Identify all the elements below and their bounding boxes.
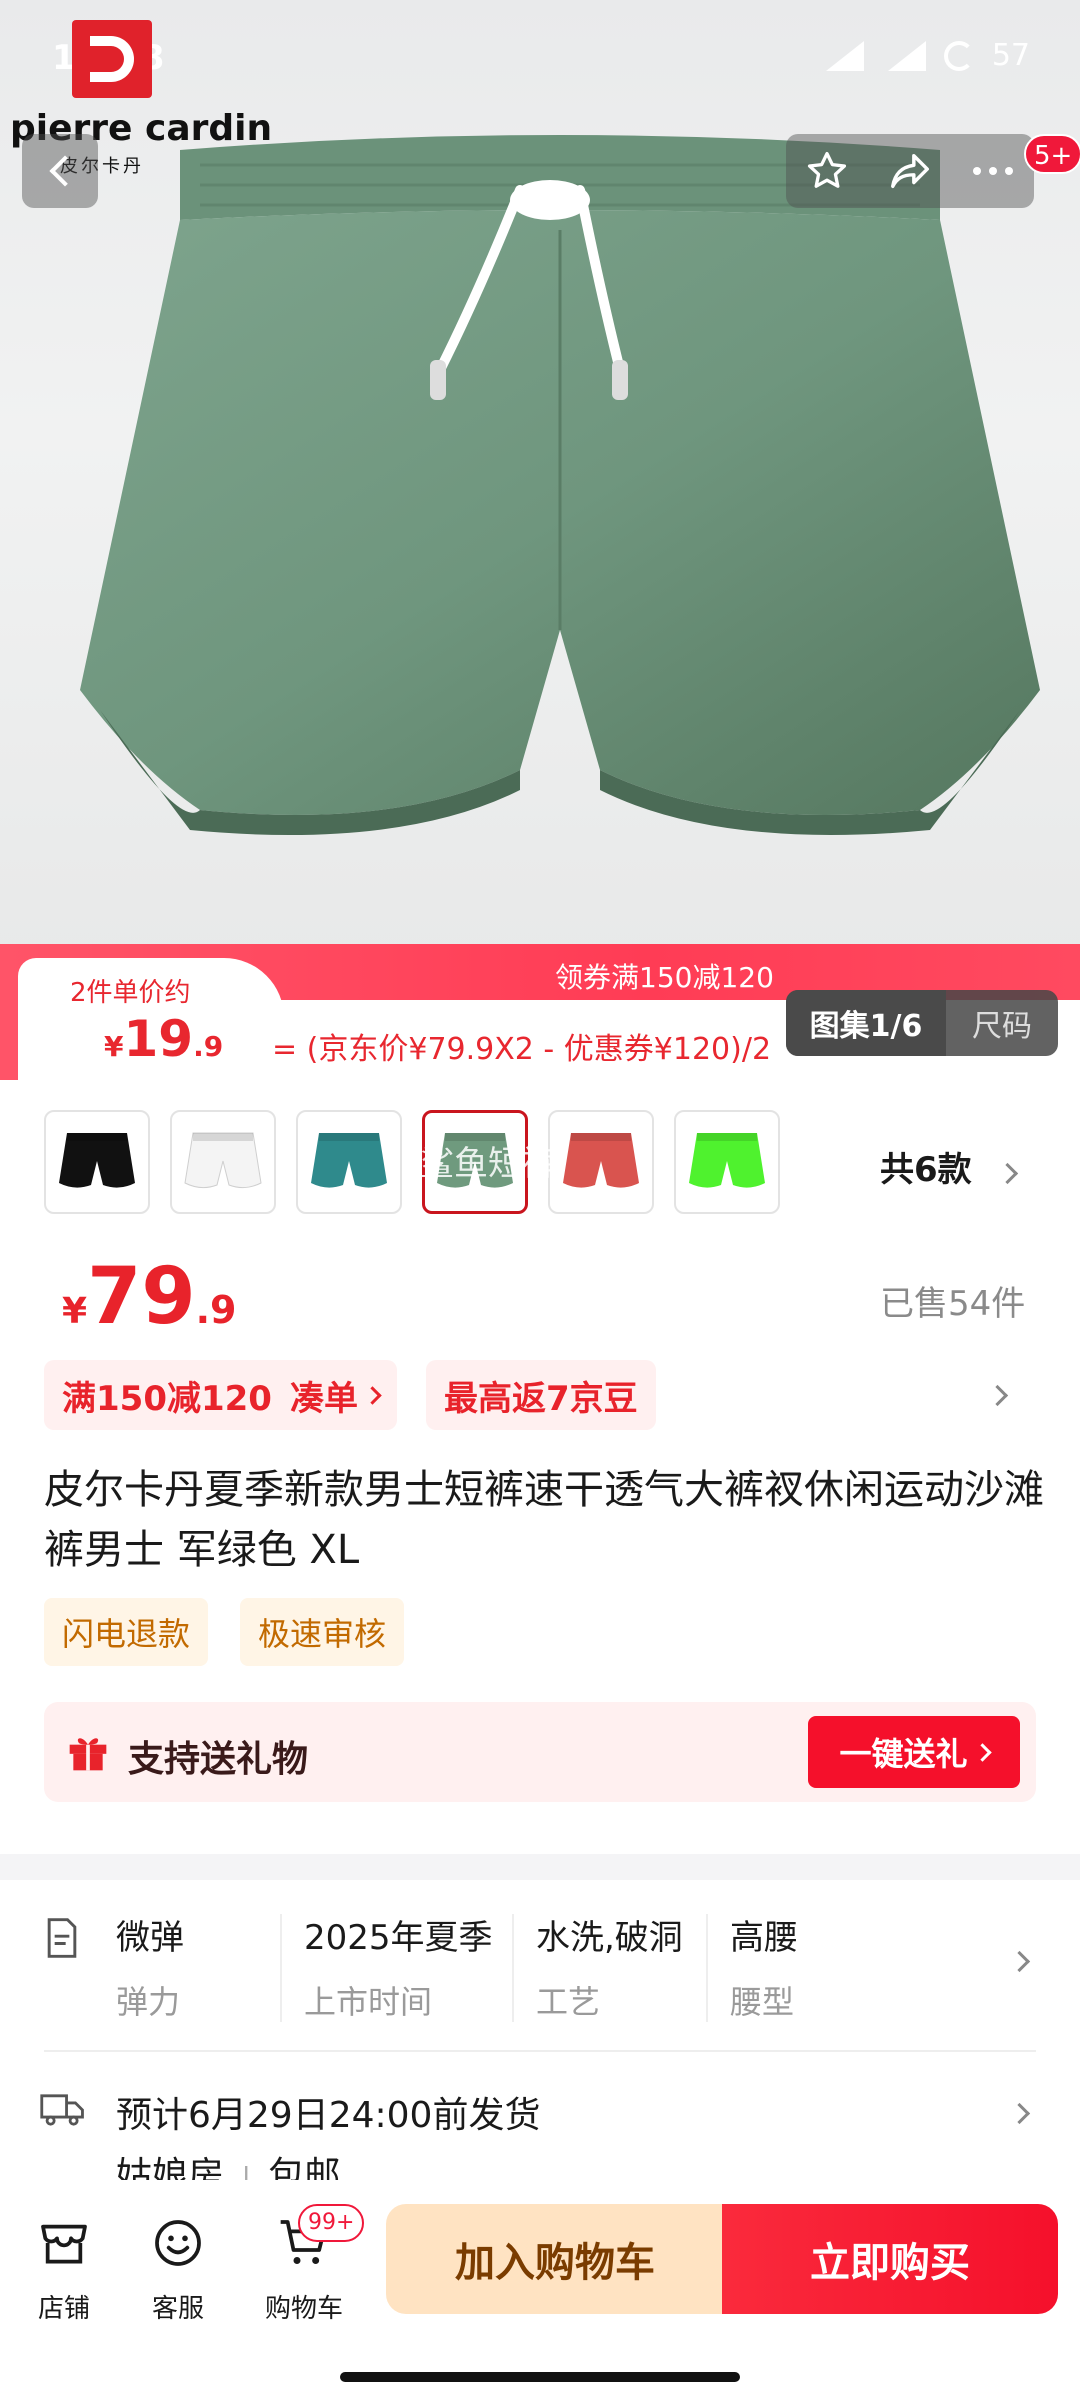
variant-shorts-image xyxy=(311,1133,387,1188)
gift-row[interactable]: 支持送礼物 一键送礼 xyxy=(44,1702,1036,1802)
promo-unit-price: ¥19.9 xyxy=(104,1010,223,1068)
shop-label: 店铺 xyxy=(37,2294,90,2324)
shipping-estimate: 预计6月29日24:00前发货 xyxy=(116,2095,541,2136)
gallery-switch: 图集1/6 尺码 xyxy=(786,990,1058,1056)
coupon-tag-label: 满150减120 xyxy=(62,1378,272,1419)
price-currency: ¥ xyxy=(62,1291,88,1332)
message-badge: 5+ xyxy=(1024,134,1080,174)
price-int: 79 xyxy=(87,1252,196,1342)
variant-overlay-text: 鲨鱼短裤 xyxy=(420,1144,556,1184)
spec-key: 工艺 xyxy=(536,1983,601,2021)
chevron-right-icon xyxy=(363,1385,382,1405)
chevron-right-icon[interactable] xyxy=(1008,2102,1031,2125)
share-icon xyxy=(891,153,929,189)
spec-item: 微弹 弹力 xyxy=(116,1910,184,2023)
star-icon xyxy=(808,151,847,188)
signal-4g-icon xyxy=(820,40,864,71)
variant-shorts-image xyxy=(59,1133,135,1188)
divider xyxy=(512,1914,514,2022)
product-specs[interactable]: 微弹 弹力 2025年夏季 上市时间 水洗,破洞 工艺 高腰 腰型 预计6月29… xyxy=(0,1880,1080,2220)
favorite-button[interactable] xyxy=(786,134,869,208)
variant-thumbnail[interactable] xyxy=(296,1110,402,1214)
cart-badge: 99+ xyxy=(298,2204,365,2242)
spec-value: 高腰 xyxy=(730,1918,798,1958)
spec-item: 水洗,破洞 工艺 xyxy=(536,1910,683,2023)
spec-key: 腰型 xyxy=(730,1983,795,2021)
divider xyxy=(280,1914,282,2022)
product-title: 皮尔卡丹夏季新款男士短裤速干透气大裤衩休闲运动沙滩裤男士 军绿色 XL xyxy=(44,1467,1044,1573)
product-info-card: 鲨鱼短裤 共6款 ¥79.9 已售54件 满150减120 凑单 最高返7京豆 … xyxy=(0,1080,1080,1854)
spec-item: 高腰 腰型 xyxy=(730,1910,798,2023)
signal-5g-icon xyxy=(882,40,926,71)
customer-service-button[interactable]: 客服 xyxy=(128,2210,228,2325)
gift-text: 支持送礼物 xyxy=(128,1739,309,1780)
status-icons: 57 xyxy=(820,38,1030,73)
coupon-action-label: 凑单 xyxy=(289,1378,358,1419)
spec-item: 2025年夏季 上市时间 xyxy=(304,1910,493,2023)
variant-thumbnail[interactable] xyxy=(44,1110,150,1214)
promo-unit-label: 2件单价约 xyxy=(70,978,191,1008)
delivery-truck-icon xyxy=(40,2094,84,2126)
bottom-action-bar: 店铺 客服 购物车 99+ 加入购物车 立即购买 xyxy=(0,2180,1080,2400)
promo-currency: ¥ xyxy=(104,1030,124,1063)
send-gift-label: 一键送礼 xyxy=(839,1735,968,1773)
product-image-gallery[interactable]: 13:38 57 pierre cardin 皮尔卡丹 5+ 2件单价约 ¥19… xyxy=(0,0,1080,1080)
beans-tag-label: 最高返7京豆 xyxy=(444,1378,638,1419)
buy-now-button[interactable]: 立即购买 xyxy=(722,2204,1058,2314)
variant-shorts-image xyxy=(563,1133,639,1188)
gallery-size-tab[interactable]: 尺码 xyxy=(946,990,1058,1056)
divider xyxy=(706,1914,708,2022)
chevron-right-icon xyxy=(972,1742,992,1762)
more-button[interactable] xyxy=(951,134,1034,208)
back-button[interactable] xyxy=(22,134,98,208)
add-to-cart-button[interactable]: 加入购物车 xyxy=(386,2204,724,2314)
divider xyxy=(44,2050,1036,2052)
price-dec: .9 xyxy=(195,1288,237,1332)
variant-count-label: 共6款 xyxy=(880,1150,972,1190)
chevron-right-icon[interactable] xyxy=(986,1384,1009,1407)
chevron-right-icon xyxy=(1008,1950,1031,1973)
home-indicator[interactable] xyxy=(340,2372,740,2382)
promo-coupon-title: 领券满150减120 xyxy=(555,961,774,994)
variant-thumbnail[interactable] xyxy=(548,1110,654,1214)
header-actions xyxy=(786,134,1034,208)
sold-count: 已售54件 xyxy=(880,1284,1026,1324)
variant-thumbnail[interactable] xyxy=(674,1110,780,1214)
coupon-tag[interactable]: 满150减120 凑单 xyxy=(44,1360,397,1430)
variant-thumbnails xyxy=(44,1110,780,1214)
share-button[interactable] xyxy=(869,134,952,208)
product-image xyxy=(80,135,1040,835)
customer-service-icon xyxy=(155,2220,201,2266)
service-tag: 极速审核 xyxy=(240,1598,405,1666)
promo-formula: = (京东价¥79.9X2 - 优惠券¥120)/2 xyxy=(272,1032,772,1067)
spec-value: 2025年夏季 xyxy=(304,1918,493,1958)
spec-value: 水洗,破洞 xyxy=(536,1918,683,1958)
variant-shorts-image xyxy=(184,1132,262,1189)
document-icon xyxy=(47,1918,77,1958)
spec-value: 微弹 xyxy=(116,1918,184,1958)
cart-label: 购物车 xyxy=(264,2294,343,2324)
promo-price-int: 19 xyxy=(123,1010,194,1068)
service-label: 客服 xyxy=(151,2294,204,2324)
variant-count-link[interactable]: 共6款 xyxy=(880,1142,1018,1191)
gallery-images-tab[interactable]: 图集1/6 xyxy=(786,990,946,1056)
shop-button[interactable]: 店铺 xyxy=(14,2210,114,2325)
product-price: ¥79.9 xyxy=(62,1252,237,1342)
variant-thumbnail[interactable] xyxy=(170,1110,276,1214)
spec-key: 上市时间 xyxy=(304,1983,433,2021)
battery-level: 57 xyxy=(991,38,1030,73)
shop-icon xyxy=(41,2224,87,2264)
gift-icon xyxy=(69,1738,107,1771)
brand-mark-icon xyxy=(72,20,152,98)
send-gift-button[interactable]: 一键送礼 xyxy=(808,1716,1020,1788)
variant-shorts-image xyxy=(689,1133,765,1188)
beans-tag[interactable]: 最高返7京豆 xyxy=(426,1360,656,1430)
more-icon xyxy=(972,167,1013,175)
battery-icon xyxy=(943,40,974,71)
promo-price-dec: .9 xyxy=(193,1030,224,1063)
chevron-right-icon xyxy=(996,1162,1018,1185)
service-tag: 闪电退款 xyxy=(44,1598,209,1666)
spec-key: 弹力 xyxy=(116,1983,181,2021)
